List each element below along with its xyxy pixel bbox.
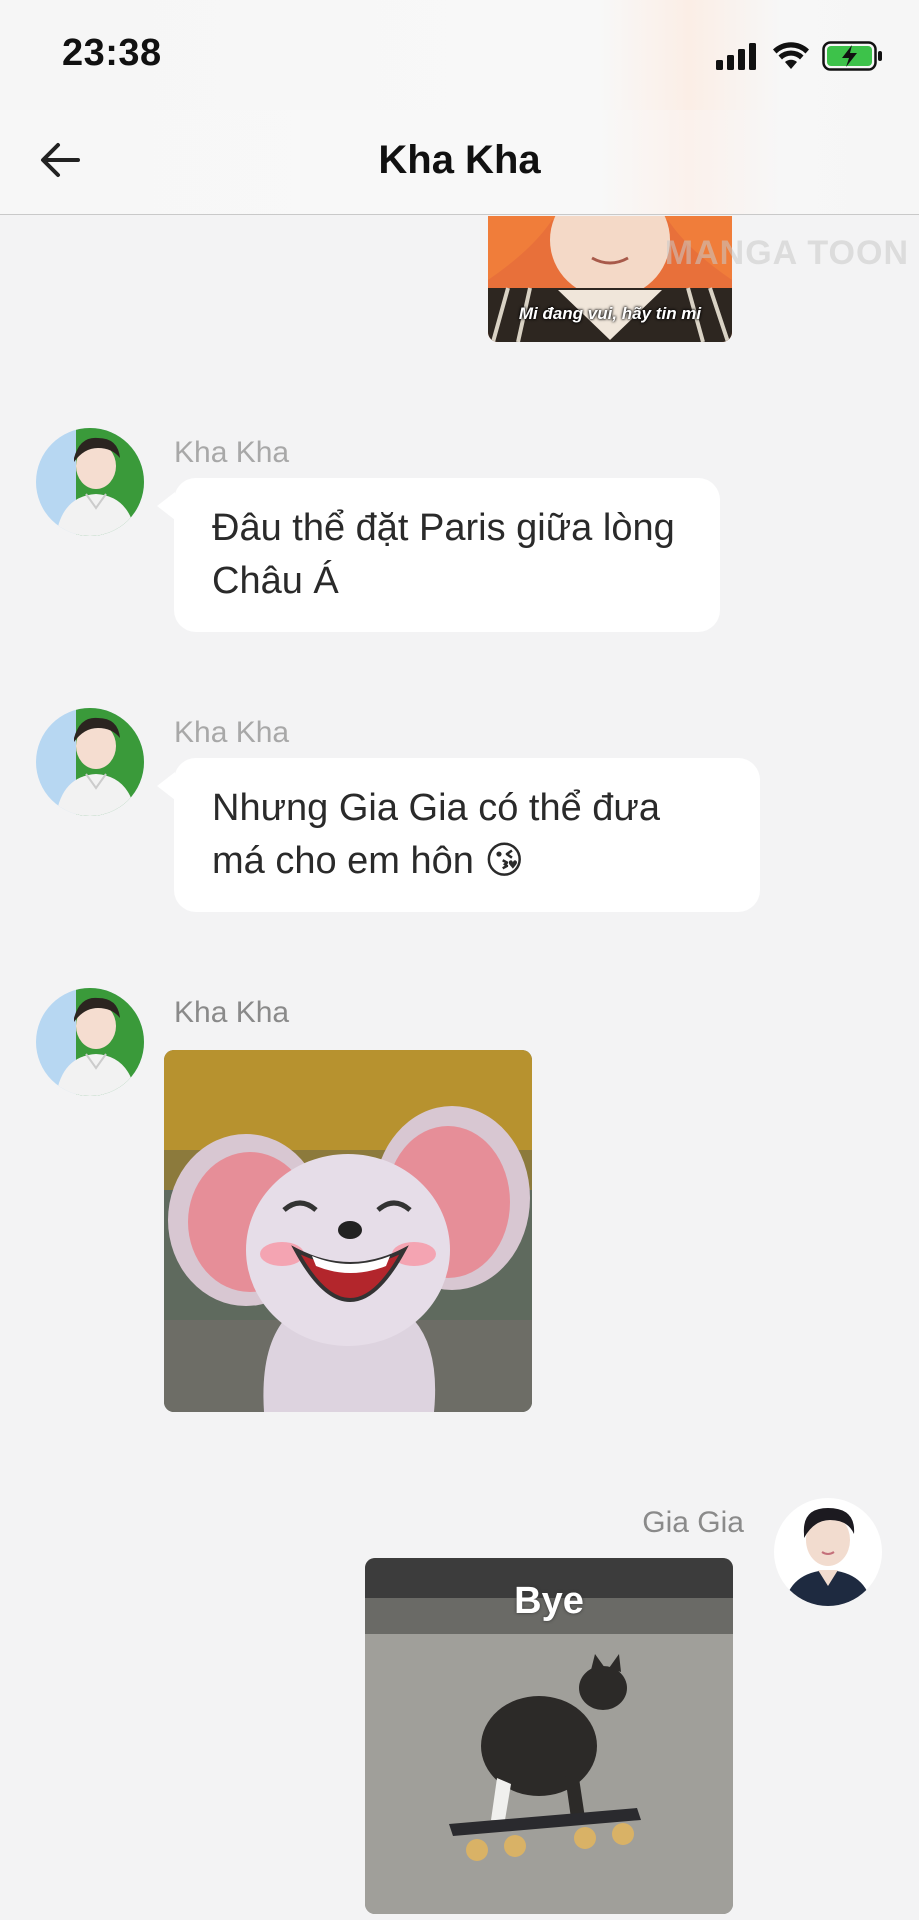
avatar-image [36, 708, 144, 816]
bubble-tail [157, 492, 175, 520]
message-text: Đâu thể đặt Paris giữa lòng Châu Á [212, 507, 675, 602]
chat-header: Kha Kha [0, 110, 919, 215]
sender-name: Kha Kha [174, 716, 290, 749]
status-icons [716, 38, 884, 74]
sender-name: Kha Kha [174, 996, 290, 1029]
sender-name: Gia Gia [642, 1506, 744, 1539]
status-bar: 23:38 [0, 0, 919, 110]
image-message[interactable] [164, 1050, 532, 1412]
avatar-kha-kha[interactable] [36, 428, 144, 536]
chat-messages: Mi đang vui, hãy tin mi MANGA TOON Kha K… [0, 216, 919, 1920]
image-caption: Mi đang vui, hãy tin mi [518, 304, 702, 323]
wifi-icon [773, 42, 809, 69]
avatar-image [36, 428, 144, 536]
image-caption: Bye [514, 1580, 584, 1622]
bubble-tail [157, 772, 175, 800]
image-message[interactable]: Bye [365, 1558, 733, 1914]
avatar-kha-kha[interactable] [36, 988, 144, 1096]
watermark: MANGA TOON [664, 234, 909, 272]
avatar-kha-kha[interactable] [36, 708, 144, 816]
status-time: 23:38 [62, 32, 162, 74]
text-message[interactable]: Đâu thể đặt Paris giữa lòng Châu Á [174, 478, 720, 632]
battery-charging-icon [822, 41, 882, 71]
text-message[interactable]: Nhưng Gia Gia có thể đưa má cho em hôn 😘 [174, 758, 760, 912]
avatar-image [774, 1498, 882, 1606]
laughing-mouse-sticker [164, 1050, 532, 1412]
chat-title: Kha Kha [378, 138, 541, 182]
avatar-image [36, 988, 144, 1096]
sender-name: Kha Kha [174, 436, 290, 469]
message-text: Nhưng Gia Gia có thể đưa má cho em hôn 😘 [212, 787, 661, 882]
signal-icon [716, 43, 756, 70]
avatar-gia-gia[interactable] [774, 1498, 882, 1606]
